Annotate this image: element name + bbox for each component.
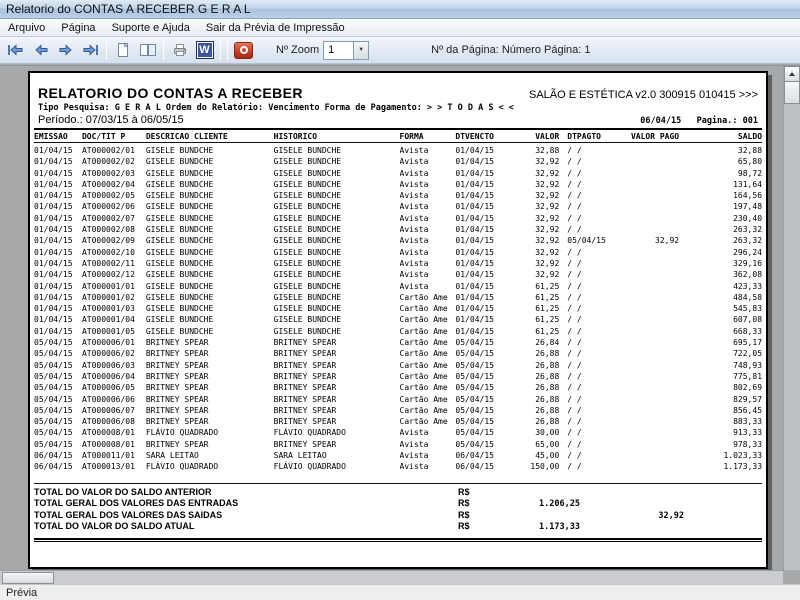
- table-row: 05/04/15 AT000006/01 BRITNEY SPEAR BRITN…: [34, 337, 762, 348]
- print-icon: [172, 42, 188, 58]
- report-date-page: 06/04/15 Pagina.: 001: [640, 116, 758, 126]
- scroll-up-button[interactable]: [784, 66, 800, 82]
- table-row: 01/04/15 AT000002/10 GISELE BUNDCHE GISE…: [34, 247, 762, 258]
- toolbar-separator: [106, 40, 107, 60]
- vertical-scroll-thumb[interactable]: [784, 82, 800, 104]
- previous-page-icon: [33, 42, 49, 58]
- zoom-select[interactable]: 1 ▼: [323, 41, 369, 60]
- table-row: 05/04/15 AT000006/07 BRITNEY SPEAR BRITN…: [34, 405, 762, 416]
- table-row: 05/04/15 AT000006/04 BRITNEY SPEAR BRITN…: [34, 371, 762, 382]
- table-row: 01/04/15 AT000002/05 GISELE BUNDCHE GISE…: [34, 190, 762, 201]
- next-page-button[interactable]: [53, 39, 78, 62]
- single-page-view-button[interactable]: [110, 39, 135, 62]
- total-row: TOTAL DO VALOR DO SALDO ATUAL R$ 1.173,3…: [34, 521, 762, 533]
- two-pages-icon: [139, 42, 157, 58]
- app-version-text: SALÃO E ESTÉTICA v2.0 300915 010415 >>>: [529, 89, 758, 101]
- table-row: 01/04/15 AT000001/03 GISELE BUNDCHE GISE…: [34, 303, 762, 314]
- table-row: 05/04/15 AT000006/03 BRITNEY SPEAR BRITN…: [34, 360, 762, 371]
- table-row: 01/04/15 AT000002/02 GISELE BUNDCHE GISE…: [34, 156, 762, 167]
- single-page-icon: [115, 42, 131, 58]
- report-page: RELATORIO DO CONTAS A RECEBER SALÃO E ES…: [28, 71, 768, 569]
- table-row: 01/04/15 AT000002/04 GISELE BUNDCHE GISE…: [34, 179, 762, 190]
- arrow-up-icon: [789, 72, 795, 76]
- table-row: 01/04/15 AT000001/04 GISELE BUNDCHE GISE…: [34, 314, 762, 325]
- menu-item[interactable]: Página: [53, 20, 103, 36]
- table-row: 01/04/15 AT000002/01 GISELE BUNDCHE GISE…: [34, 145, 762, 156]
- window-titlebar[interactable]: Relatorio do CONTAS A RECEBER G E R A L: [0, 0, 800, 19]
- word-export-icon: W: [196, 41, 214, 59]
- table-row: 01/04/15 AT000002/11 GISELE BUNDCHE GISE…: [34, 258, 762, 269]
- toolbar-separator: [227, 40, 228, 60]
- table-row: 01/04/15 AT000002/08 GISELE BUNDCHE GISE…: [34, 224, 762, 235]
- table-row: 05/04/15 AT000006/02 BRITNEY SPEAR BRITN…: [34, 348, 762, 359]
- app-window: Relatorio do CONTAS A RECEBER G E R A L …: [0, 0, 800, 64]
- table-row: 01/04/15 AT000002/12 GISELE BUNDCHE GISE…: [34, 269, 762, 280]
- toolbar-separator: [220, 40, 221, 60]
- table-row: 05/04/15 AT000008/01 BRITNEY SPEAR BRITN…: [34, 439, 762, 450]
- table-row: 05/04/15 AT000008/01 FLÁVIO QUADRADO FLÁ…: [34, 427, 762, 438]
- report-title: RELATORIO DO CONTAS A RECEBER: [38, 85, 303, 101]
- zoom-value: 1: [324, 42, 353, 59]
- table-row: 06/04/15 AT000013/01 FLÁVIO QUADRADO FLÁ…: [34, 461, 762, 472]
- last-page-button[interactable]: [78, 39, 103, 62]
- toolbar-separator: [163, 40, 164, 60]
- total-row: TOTAL DO VALOR DO SALDO ANTERIOR R$: [34, 487, 762, 499]
- menu-item[interactable]: Arquivo: [0, 20, 53, 36]
- table-row: 05/04/15 AT000006/06 BRITNEY SPEAR BRITN…: [34, 394, 762, 405]
- horizontal-scrollbar[interactable]: [0, 570, 783, 584]
- status-bar: Prévia: [0, 584, 800, 600]
- divider: [34, 483, 762, 484]
- horizontal-scroll-thumb[interactable]: [2, 572, 54, 584]
- report-filters: Tipo Pesquisa: G E R A L Ordem do Relató…: [38, 103, 758, 113]
- report-period: Período.: 07/03/15 à 06/05/15: [38, 114, 184, 126]
- preview-pane: RELATORIO DO CONTAS A RECEBER SALÃO E ES…: [0, 65, 800, 584]
- table-row: 05/04/15 AT000006/08 BRITNEY SPEAR BRITN…: [34, 416, 762, 427]
- table-row: 01/04/15 AT000001/05 GISELE BUNDCHE GISE…: [34, 326, 762, 337]
- first-page-button[interactable]: [3, 39, 28, 62]
- menu-item[interactable]: Suporte e Ajuda: [104, 20, 198, 36]
- total-row: TOTAL GERAL DOS VALORES DAS SAIDAS R$ 32…: [34, 510, 762, 522]
- table-body: 01/04/15 AT000002/01 GISELE BUNDCHE GISE…: [34, 145, 762, 473]
- export-word-button[interactable]: W: [192, 39, 217, 62]
- status-text: Prévia: [6, 587, 37, 599]
- toolbar: W Nº Zoom 1 ▼ Nº da Página: Número Págin…: [0, 37, 800, 64]
- divider: [34, 538, 762, 542]
- table-row: 01/04/15 AT000001/01 GISELE BUNDCHE GISE…: [34, 281, 762, 292]
- previous-page-button[interactable]: [28, 39, 53, 62]
- menu-item[interactable]: Sair da Prévia de Impressão: [198, 20, 353, 36]
- table-row: 01/04/15 AT000002/09 GISELE BUNDCHE GISE…: [34, 235, 762, 246]
- two-pages-view-button[interactable]: [135, 39, 160, 62]
- first-page-icon: [7, 42, 24, 58]
- totals-section: TOTAL DO VALOR DO SALDO ANTERIOR R$ TOTA…: [34, 487, 762, 533]
- table-row: 05/04/15 AT000006/05 BRITNEY SPEAR BRITN…: [34, 382, 762, 393]
- table-row: 06/04/15 AT000011/01 SARA LEITAO SARA LE…: [34, 450, 762, 461]
- table-header: EMISSAO DOC/TIT P DESCRICAO CLIENTE HIST…: [34, 130, 762, 142]
- last-page-icon: [82, 42, 99, 58]
- next-page-icon: [58, 42, 74, 58]
- table-row: 01/04/15 AT000002/06 GISELE BUNDCHE GISE…: [34, 201, 762, 212]
- menu-bar: ArquivoPáginaSuporte e AjudaSair da Prév…: [0, 19, 800, 37]
- table-row: 01/04/15 AT000001/02 GISELE BUNDCHE GISE…: [34, 292, 762, 303]
- close-preview-icon: [234, 42, 253, 59]
- close-preview-button[interactable]: [231, 39, 256, 62]
- page-number-info: Nº da Página: Número Página: 1: [431, 44, 590, 56]
- table-row: 01/04/15 AT000002/07 GISELE BUNDCHE GISE…: [34, 213, 762, 224]
- vertical-scrollbar[interactable]: [783, 66, 800, 570]
- zoom-label: Nº Zoom: [276, 44, 319, 56]
- chevron-down-icon[interactable]: ▼: [353, 42, 368, 59]
- total-row: TOTAL GERAL DOS VALORES DAS ENTRADAS R$ …: [34, 498, 762, 510]
- window-title: Relatorio do CONTAS A RECEBER G E R A L: [6, 2, 251, 16]
- divider: [34, 142, 762, 143]
- print-button[interactable]: [167, 39, 192, 62]
- table-row: 01/04/15 AT000002/03 GISELE BUNDCHE GISE…: [34, 168, 762, 179]
